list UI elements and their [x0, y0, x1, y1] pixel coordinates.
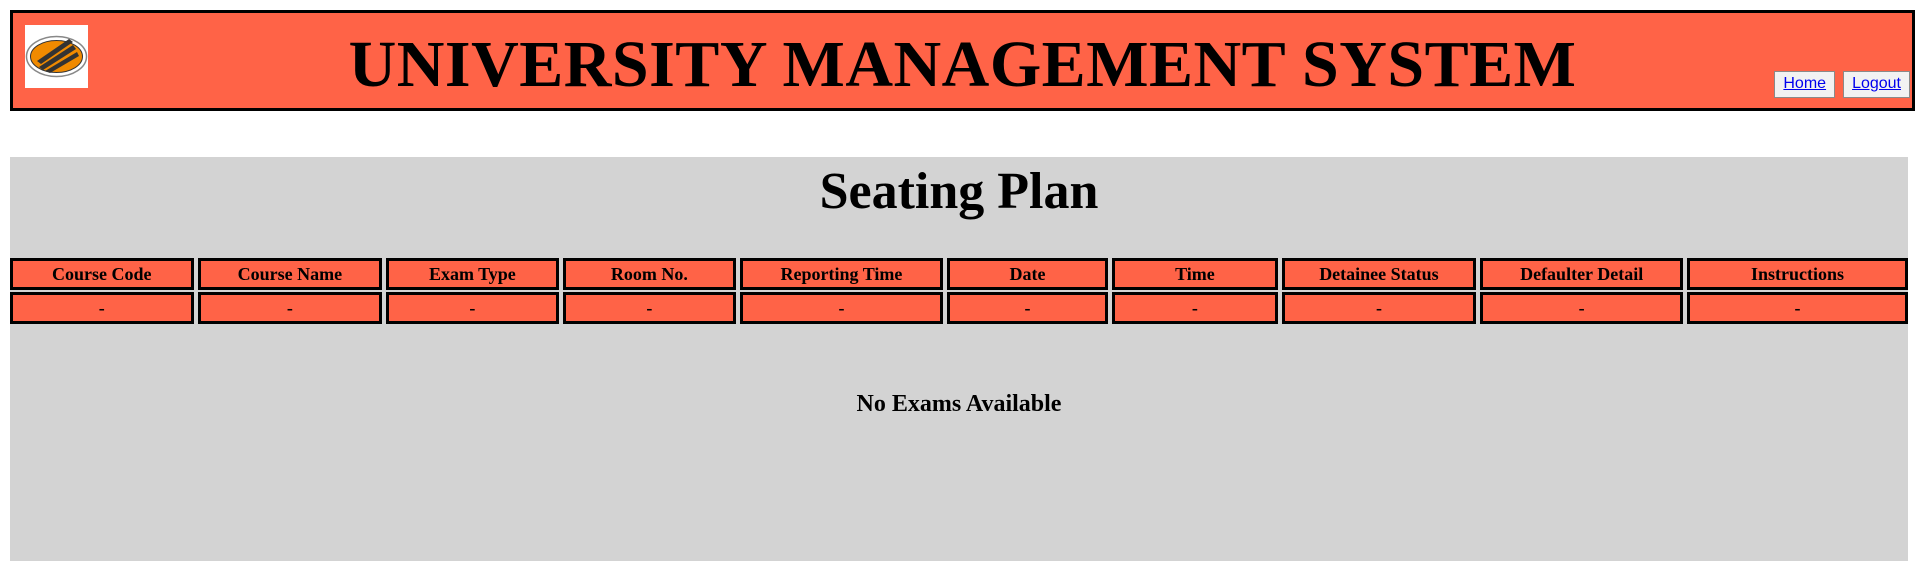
column-header-detainee-status: Detainee Status: [1281, 258, 1477, 290]
table-cell: -: [946, 292, 1109, 324]
table-cell: -: [1480, 292, 1684, 324]
table-cell: -: [1687, 292, 1908, 324]
column-header-exam-type: Exam Type: [386, 258, 559, 290]
table-cell: -: [386, 292, 559, 324]
seating-plan-panel: Seating Plan Course Code Course Name Exa…: [10, 157, 1908, 561]
column-header-course-name: Course Name: [197, 258, 383, 290]
table-header-row: Course Code Course Name Exam Type Room N…: [10, 258, 1908, 290]
table-cell: -: [1112, 292, 1278, 324]
logout-link[interactable]: Logout: [1843, 71, 1910, 98]
header-nav: Home Logout: [1774, 71, 1910, 98]
seating-plan-table: Course Code Course Name Exam Type Room N…: [6, 256, 1912, 326]
column-header-instructions: Instructions: [1687, 258, 1908, 290]
site-title: UNIVERSITY MANAGEMENT SYSTEM: [348, 28, 1577, 101]
page-title: Seating Plan: [819, 163, 1099, 220]
table-cell: -: [740, 292, 943, 324]
site-header: UNIVERSITY MANAGEMENT SYSTEM Home Logout: [10, 10, 1915, 111]
column-header-reporting-time: Reporting Time: [740, 258, 943, 290]
table-cell: -: [10, 292, 194, 324]
table-cell: -: [562, 292, 737, 324]
home-link[interactable]: Home: [1774, 71, 1836, 98]
column-header-course-code: Course Code: [10, 258, 194, 290]
table-cell: -: [197, 292, 383, 324]
column-header-time: Time: [1112, 258, 1278, 290]
column-header-defaulter-detail: Defaulter Detail: [1480, 258, 1684, 290]
table-cell: -: [1281, 292, 1477, 324]
table-row: - - - - - - - - - -: [10, 292, 1908, 324]
column-header-date: Date: [946, 258, 1109, 290]
no-exams-message: No Exams Available: [856, 391, 1062, 417]
column-header-room-no: Room No.: [562, 258, 737, 290]
